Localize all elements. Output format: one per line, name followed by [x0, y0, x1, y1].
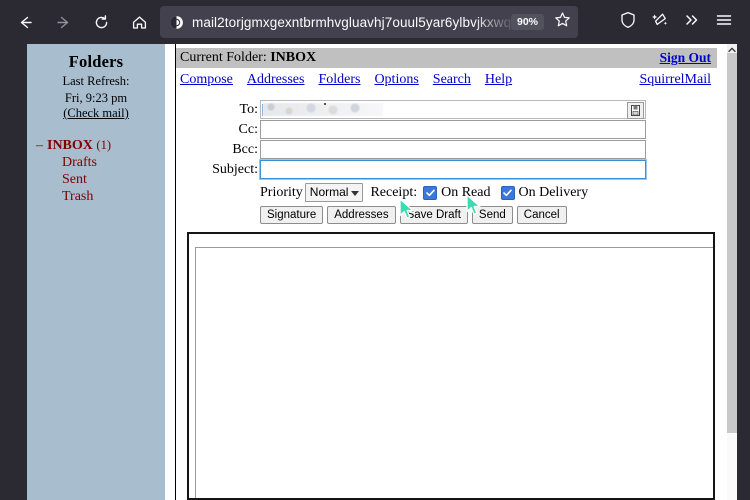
to-value-redacted: [263, 103, 383, 116]
last-refresh-label: Last Refresh:: [62, 74, 130, 88]
bookmark-button[interactable]: [548, 8, 576, 36]
home-button[interactable]: [122, 5, 156, 39]
send-button[interactable]: Send: [471, 206, 513, 224]
folders-title: Folders: [68, 52, 124, 71]
nav-links: Compose Addresses Folders Options Search…: [176, 70, 717, 90]
priority-select[interactable]: Normal: [304, 183, 364, 202]
hamburger-menu-icon: [715, 11, 733, 34]
bcc-row: Bcc:: [176, 140, 717, 159]
sign-out-link[interactable]: Sign Out: [660, 50, 711, 66]
on-delivery-label: On Delivery: [518, 184, 589, 200]
options-row: Priority Normal Receipt: On Read On Deli…: [176, 182, 717, 203]
toolbar-right-icons: [612, 6, 740, 38]
nav-link-search[interactable]: Search: [433, 72, 471, 88]
to-input[interactable]: [260, 100, 646, 119]
on-read-checkbox[interactable]: [423, 185, 438, 200]
compose-form: To: Cc: Bcc: Subject: Priority Normal Re…: [176, 100, 717, 224]
nav-link-folders[interactable]: Folders: [318, 72, 360, 88]
page-viewport: Folders Last Refresh: Fri, 9:23 pm (Chec…: [27, 44, 737, 500]
inbox-dash: –: [36, 138, 43, 153]
nav-link-options[interactable]: Options: [374, 72, 418, 88]
shield-icon: [619, 11, 637, 34]
check-mail-link[interactable]: (Check mail): [27, 106, 165, 121]
folders-sidebar: Folders Last Refresh: Fri, 9:23 pm (Chec…: [27, 44, 165, 500]
priority-selected-value: Normal: [309, 185, 349, 199]
sidebar-divider: [165, 44, 176, 500]
chevron-down-icon: [351, 190, 360, 196]
scroll-up-button[interactable]: [727, 44, 737, 53]
current-folder-bar: Current Folder: INBOX Sign Out: [176, 48, 717, 68]
to-label: To:: [239, 101, 258, 117]
forward-button[interactable]: [46, 5, 80, 39]
signature-button[interactable]: Signature: [260, 206, 324, 224]
subject-label: Subject:: [212, 161, 258, 177]
bcc-label: Bcc:: [232, 141, 258, 157]
cc-label: Cc:: [238, 121, 258, 137]
cancel-button[interactable]: Cancel: [516, 206, 567, 224]
browser-window: mail2torjgmxgexntbrmhvgluavhj7ouul5yar6y…: [0, 0, 750, 500]
addresses-button[interactable]: Addresses: [327, 206, 396, 224]
home-icon: [131, 14, 148, 31]
address-bar[interactable]: mail2torjgmxgexntbrmhvgluavhj7ouul5yar6y…: [160, 6, 578, 38]
shield-button[interactable]: [612, 6, 644, 38]
sidebar-item-inbox[interactable]: – INBOX (1): [27, 138, 165, 154]
priority-label: Priority: [260, 184, 303, 200]
nav-link-addresses[interactable]: Addresses: [247, 72, 305, 88]
check-icon: [503, 189, 512, 197]
bcc-input[interactable]: [260, 140, 646, 159]
cc-input[interactable]: [260, 120, 646, 139]
nav-link-help[interactable]: Help: [485, 72, 512, 88]
arrow-left-icon: [17, 14, 34, 31]
current-folder: Current Folder: INBOX: [180, 50, 316, 66]
page-scrollbar[interactable]: [727, 44, 737, 500]
url-text: mail2torjgmxgexntbrmhvgluavhj7ouul5yar6y…: [192, 14, 511, 30]
message-body-frame: [187, 232, 715, 500]
inbox-unread-count: (1): [96, 138, 111, 152]
app-menu-button[interactable]: [708, 6, 740, 38]
sidebar-item-trash[interactable]: Trash: [27, 188, 165, 205]
inbox-label: INBOX: [47, 138, 93, 153]
star-icon: [554, 11, 571, 33]
last-refresh-time: Fri, 9:23 pm: [64, 91, 128, 105]
main-content: Current Folder: INBOX Sign Out Compose A…: [176, 44, 727, 500]
broom-sparkle-icon: [651, 11, 669, 34]
arrow-right-icon: [55, 14, 72, 31]
chevron-double-right-icon: [683, 11, 701, 34]
current-folder-label: Current Folder:: [180, 50, 267, 65]
scrollbar-thumb[interactable]: [727, 53, 737, 433]
squirrelmail-brand-link[interactable]: SquirrelMail: [639, 72, 711, 88]
current-folder-value: INBOX: [270, 50, 317, 65]
sidebar-item-drafts[interactable]: Drafts: [27, 154, 165, 171]
back-button[interactable]: [8, 5, 42, 39]
zoom-level-badge[interactable]: 90%: [510, 14, 544, 30]
compose-buttons: Signature Addresses Save Draft Send Canc…: [176, 206, 717, 224]
onion-shield-icon: [168, 14, 184, 30]
reload-button[interactable]: [84, 5, 118, 39]
new-identity-button[interactable]: [644, 6, 676, 38]
subject-input[interactable]: [259, 159, 647, 180]
on-delivery-checkbox[interactable]: [500, 185, 515, 200]
receipt-label: Receipt:: [370, 184, 418, 200]
subject-row: Subject:: [176, 159, 717, 180]
cc-row: Cc:: [176, 120, 717, 139]
scrollbar-track[interactable]: [727, 433, 737, 500]
nav-link-compose[interactable]: Compose: [180, 72, 233, 88]
address-book-icon[interactable]: [627, 102, 644, 119]
save-draft-button[interactable]: Save Draft: [399, 206, 468, 224]
message-body-textarea[interactable]: [195, 247, 713, 498]
check-icon: [425, 189, 435, 197]
browser-toolbar: mail2torjgmxgexntbrmhvgluavhj7ouul5yar6y…: [0, 0, 750, 44]
to-row: To:: [176, 100, 717, 119]
to-blur-dot: [324, 103, 326, 105]
check-mail-label: (Check mail): [63, 106, 129, 120]
reload-icon: [93, 14, 110, 31]
overflow-button[interactable]: [676, 6, 708, 38]
on-read-label: On Read: [441, 184, 491, 200]
sidebar-item-sent[interactable]: Sent: [27, 171, 165, 188]
